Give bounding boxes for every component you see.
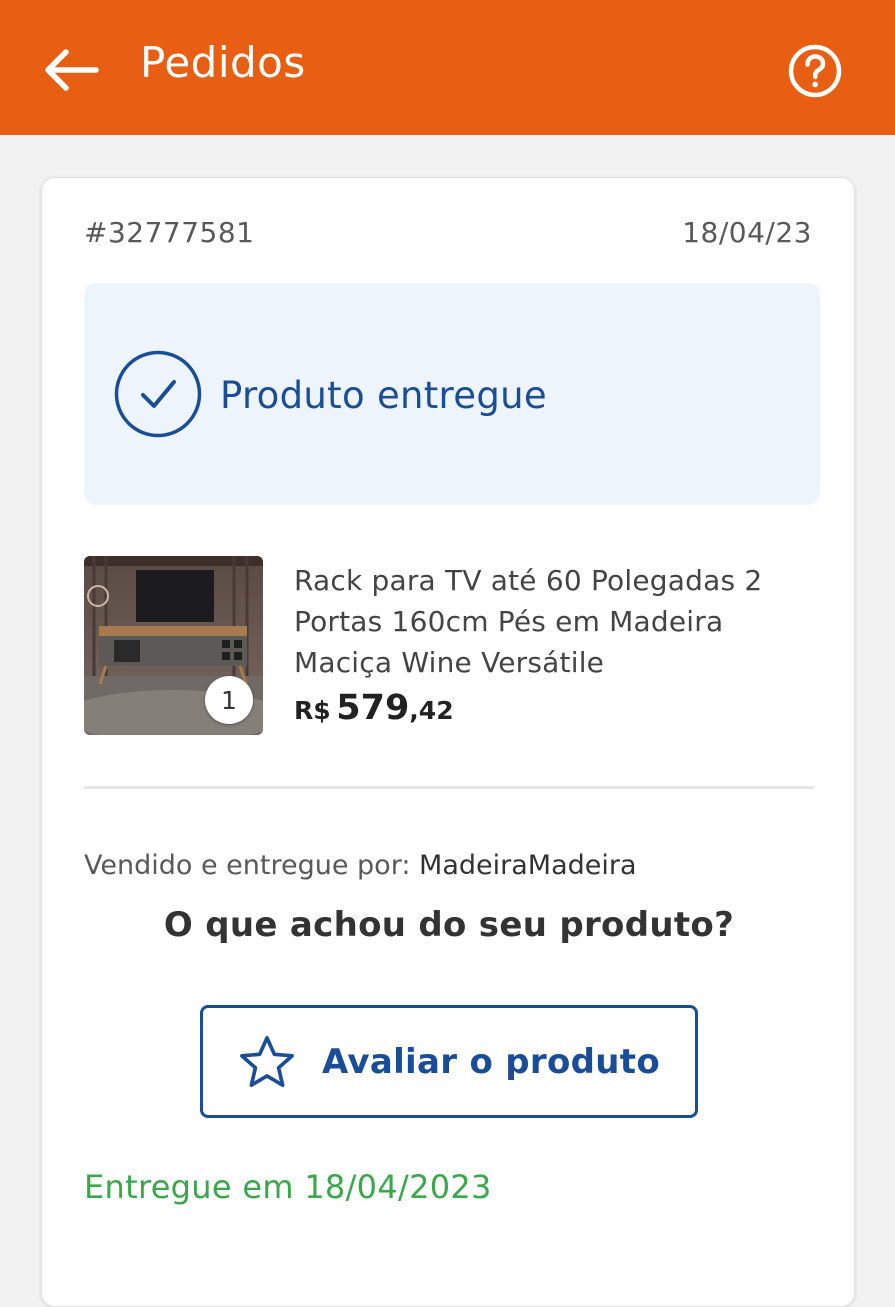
arrow-left-icon bbox=[45, 49, 99, 91]
rate-product-label: Avaliar o produto bbox=[322, 1041, 660, 1082]
product-name[interactable]: Rack para TV até 60 Polegadas 2 Portas 1… bbox=[294, 560, 774, 683]
price-currency: R$ bbox=[294, 696, 331, 725]
order-date: 18/04/23 bbox=[682, 216, 812, 249]
quantity-badge: 1 bbox=[205, 676, 253, 724]
price-integer: 579 bbox=[336, 688, 410, 728]
price-decimal: ,42 bbox=[409, 696, 454, 725]
divider bbox=[84, 786, 814, 789]
delivery-status-banner: Produto entregue bbox=[84, 283, 820, 505]
seller-name: MadeiraMadeira bbox=[419, 850, 637, 881]
star-outline-icon bbox=[240, 1035, 294, 1087]
help-circle-icon bbox=[788, 44, 842, 98]
seller-prefix: Vendido e entregue por: bbox=[84, 850, 411, 881]
check-circle-icon bbox=[114, 350, 202, 438]
help-button[interactable] bbox=[786, 42, 844, 100]
order-card: #32777581 18/04/23 Produto entregue 1 Ra… bbox=[41, 177, 855, 1307]
page-title: Pedidos bbox=[140, 38, 306, 87]
rate-product-button[interactable]: Avaliar o produto bbox=[200, 1005, 698, 1118]
delivery-status-text: Produto entregue bbox=[220, 374, 547, 417]
order-number: #32777581 bbox=[84, 216, 255, 249]
product-price: R$ 579,42 bbox=[294, 688, 454, 728]
back-button[interactable] bbox=[40, 44, 102, 96]
review-question: O que achou do seu produto? bbox=[163, 905, 735, 945]
delivered-date-text: Entregue em 18/04/2023 bbox=[84, 1168, 492, 1206]
seller-info: Vendido e entregue por: MadeiraMadeira bbox=[84, 850, 637, 881]
app-bar: Pedidos bbox=[0, 0, 895, 135]
